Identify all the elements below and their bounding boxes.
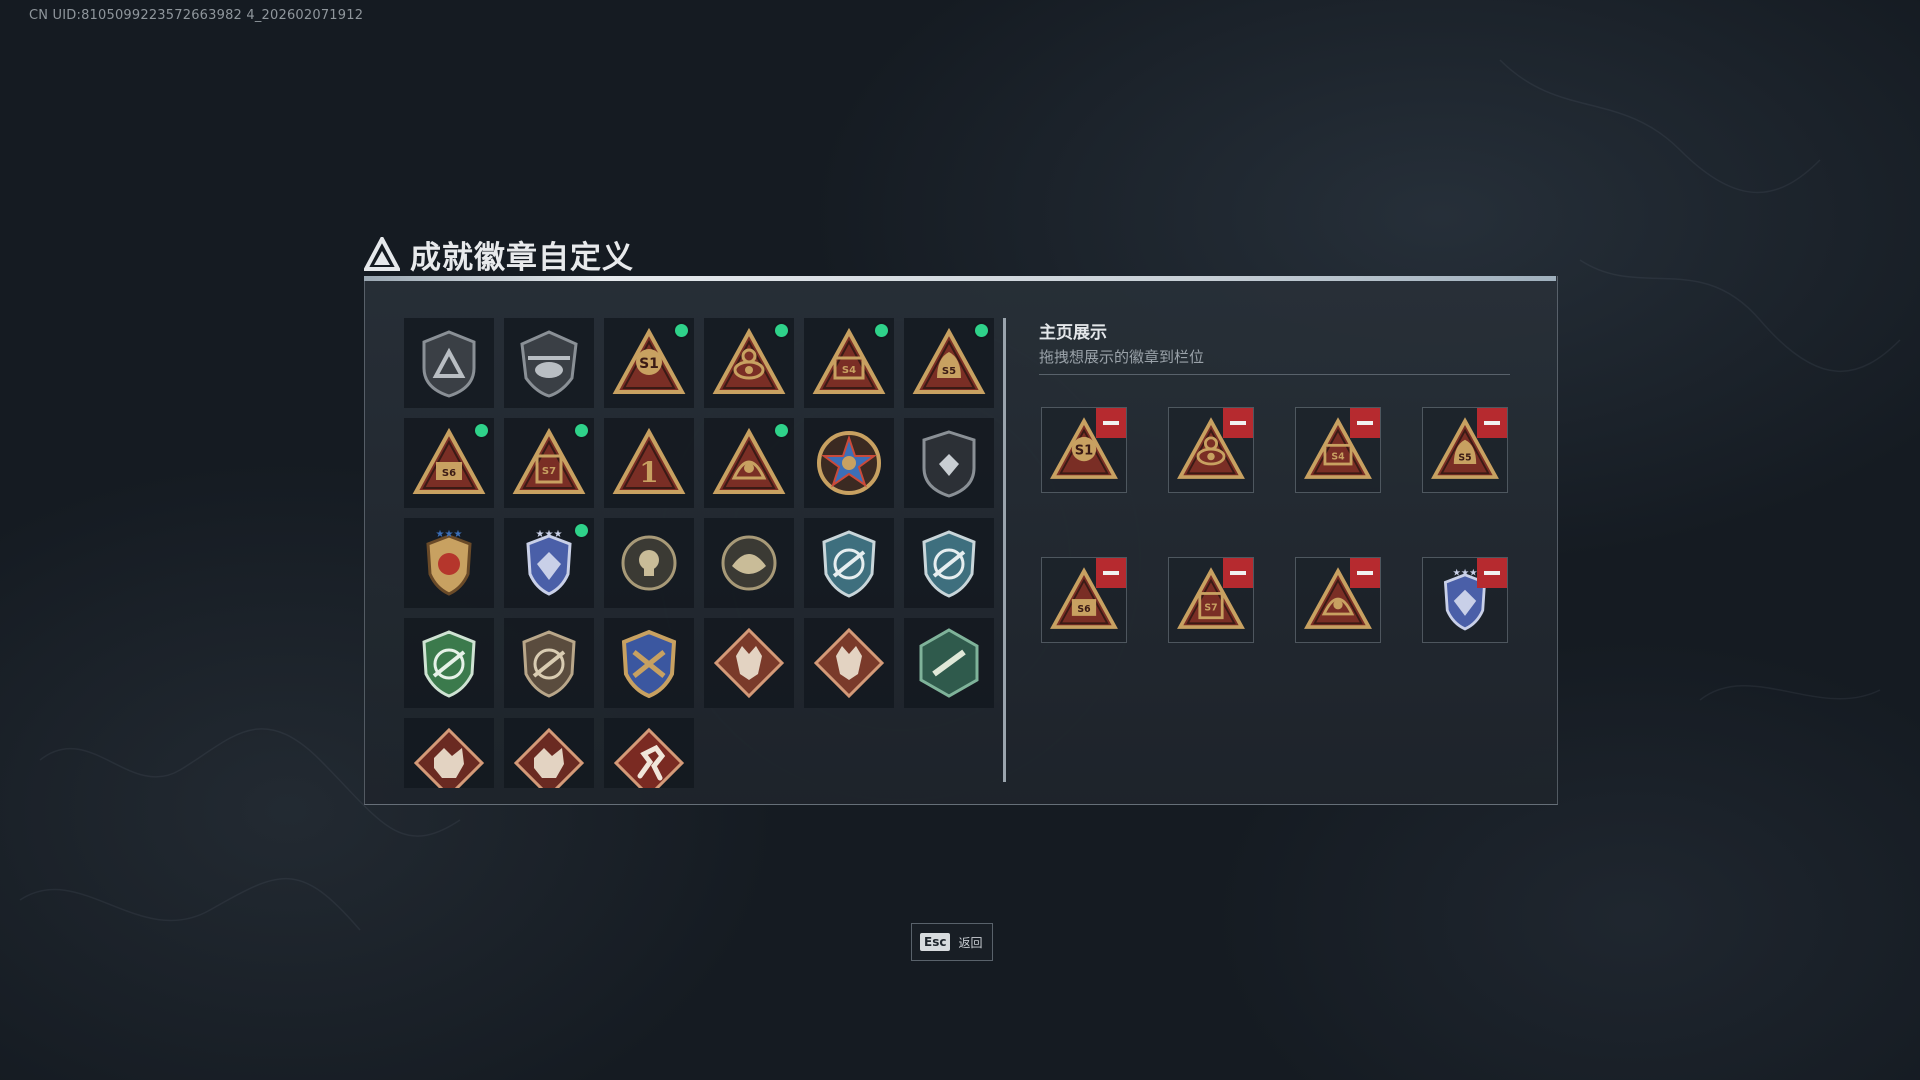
svg-text:1: 1	[639, 456, 658, 489]
grid-scrollbar[interactable]	[1003, 318, 1006, 782]
showcase-slot[interactable]: S1	[1041, 407, 1127, 493]
diamond-wolf-icon	[713, 627, 785, 699]
badge-triangle-s5[interactable]: S5	[904, 318, 994, 408]
shield-blue-rifle-icon	[822, 530, 876, 598]
shield-bronze-rifle-icon	[522, 630, 576, 698]
showcase-header: 主页展示 拖拽想展示的徽章到栏位	[1039, 318, 1204, 367]
svg-text:S4: S4	[842, 365, 856, 376]
badge-diamond-dragon[interactable]	[504, 718, 594, 788]
remove-badge-button[interactable]	[1096, 408, 1126, 438]
new-badge-dot	[575, 424, 588, 437]
badge-circle-crest[interactable]	[704, 518, 794, 608]
new-badge-dot	[575, 524, 588, 537]
badge-triangle-s1[interactable]: S1	[604, 318, 694, 408]
new-badge-dot	[775, 324, 788, 337]
shield-dark-icon	[922, 430, 976, 498]
triangle-logo-icon	[364, 237, 400, 271]
new-badge-dot	[775, 424, 788, 437]
panel-top-bar	[364, 276, 1556, 281]
badge-triangle-s7[interactable]: S7	[504, 418, 594, 508]
badge-hexagon-green[interactable]	[904, 618, 994, 708]
remove-badge-button[interactable]	[1223, 408, 1253, 438]
new-badge-dot	[975, 324, 988, 337]
badge-triangle-s4[interactable]: S4	[804, 318, 894, 408]
svg-text:S1: S1	[639, 356, 659, 372]
svg-text:★★★: ★★★	[536, 529, 563, 540]
diamond-dragon-icon	[513, 727, 585, 788]
svg-text:S6: S6	[1077, 604, 1090, 615]
hexagon-green-icon	[919, 628, 979, 698]
new-badge-dot	[475, 424, 488, 437]
svg-text:S1: S1	[1075, 444, 1093, 459]
remove-badge-button[interactable]	[1477, 558, 1507, 588]
showcase-slot[interactable]: S4	[1295, 407, 1381, 493]
showcase-title: 主页展示	[1039, 323, 1107, 343]
badge-triangle-crest[interactable]	[704, 418, 794, 508]
svg-text:S4: S4	[1331, 451, 1345, 462]
showcase-slot[interactable]: S5	[1422, 407, 1508, 493]
remove-badge-button[interactable]	[1096, 558, 1126, 588]
back-label: 返回	[958, 935, 983, 950]
new-badge-dot	[875, 324, 888, 337]
remove-badge-button[interactable]	[1350, 558, 1380, 588]
badge-shield-blue-rifle[interactable]	[804, 518, 894, 608]
esc-key-icon: Esc	[920, 933, 951, 951]
badge-shield-blue-wings[interactable]: ★★★	[504, 518, 594, 608]
badge-diamond-wolf[interactable]	[704, 618, 794, 708]
svg-text:S6: S6	[442, 468, 456, 479]
shield-blue-gold-icon	[621, 629, 677, 699]
diamond-runner-icon	[613, 727, 685, 788]
shield-green-rifle-icon	[422, 630, 476, 698]
helicopter-shield-icon	[520, 330, 578, 398]
svg-text:S7: S7	[542, 466, 556, 477]
badge-shield-gold-wings[interactable]: ★★★	[404, 518, 494, 608]
badge-grid[interactable]: S1 S4 S5 S6 S7 1 ★★★ ★★★	[404, 318, 996, 788]
shield-gold-wings-icon: ★★★	[426, 529, 472, 596]
showcase-slot[interactable]: ★★★	[1422, 557, 1508, 643]
remove-badge-button[interactable]	[1350, 408, 1380, 438]
star-medal-icon	[817, 431, 881, 495]
badge-triangle-one[interactable]: 1	[604, 418, 694, 508]
svg-text:S5: S5	[1458, 452, 1471, 463]
badge-shield-blue-gold[interactable]	[604, 618, 694, 708]
showcase-slot[interactable]: S7	[1168, 557, 1254, 643]
showcase-subtitle: 拖拽想展示的徽章到栏位	[1039, 348, 1205, 366]
badge-triangle-s6[interactable]: S6	[404, 418, 494, 508]
svg-text:★★★: ★★★	[436, 529, 463, 540]
badge-helicopter-shield[interactable]	[504, 318, 594, 408]
badge-circle-skull[interactable]	[604, 518, 694, 608]
shield-triangle-icon	[422, 330, 476, 398]
svg-text:S7: S7	[1204, 602, 1217, 613]
showcase-slot[interactable]: S6	[1041, 557, 1127, 643]
showcase-divider	[1039, 374, 1510, 375]
badge-diamond-runner[interactable]	[604, 718, 694, 788]
circle-crest-icon	[721, 535, 777, 591]
page-title: 成就徽章自定义	[410, 239, 634, 276]
badge-shield-bronze-rifle[interactable]	[504, 618, 594, 708]
diamond-wolf-icon	[813, 627, 885, 699]
diamond-dragon-icon	[413, 727, 485, 788]
uid-label: CN UID:8105099223572663982 4_20260207191…	[29, 8, 364, 23]
panel-header: 成就徽章自定义	[364, 232, 634, 276]
badge-diamond-dragon[interactable]	[404, 718, 494, 788]
triangle-one-icon: 1	[612, 427, 686, 494]
shield-blue-rifle-icon	[922, 530, 976, 598]
badge-shield-triangle[interactable]	[404, 318, 494, 408]
remove-badge-button[interactable]	[1223, 558, 1253, 588]
showcase-slot[interactable]	[1295, 557, 1381, 643]
badge-star-medal[interactable]	[804, 418, 894, 508]
badge-diamond-wolf[interactable]	[804, 618, 894, 708]
svg-text:★★★: ★★★	[1452, 568, 1477, 579]
back-button[interactable]: Esc 返回	[911, 923, 993, 961]
badge-shield-dark[interactable]	[904, 418, 994, 508]
svg-text:S5: S5	[942, 366, 956, 377]
remove-badge-button[interactable]	[1477, 408, 1507, 438]
circle-skull-icon	[621, 535, 677, 591]
showcase-slot[interactable]	[1168, 407, 1254, 493]
badge-shield-blue-rifle[interactable]	[904, 518, 994, 608]
new-badge-dot	[675, 324, 688, 337]
badge-shield-green-rifle[interactable]	[404, 618, 494, 708]
badge-triangle-eye[interactable]	[704, 318, 794, 408]
